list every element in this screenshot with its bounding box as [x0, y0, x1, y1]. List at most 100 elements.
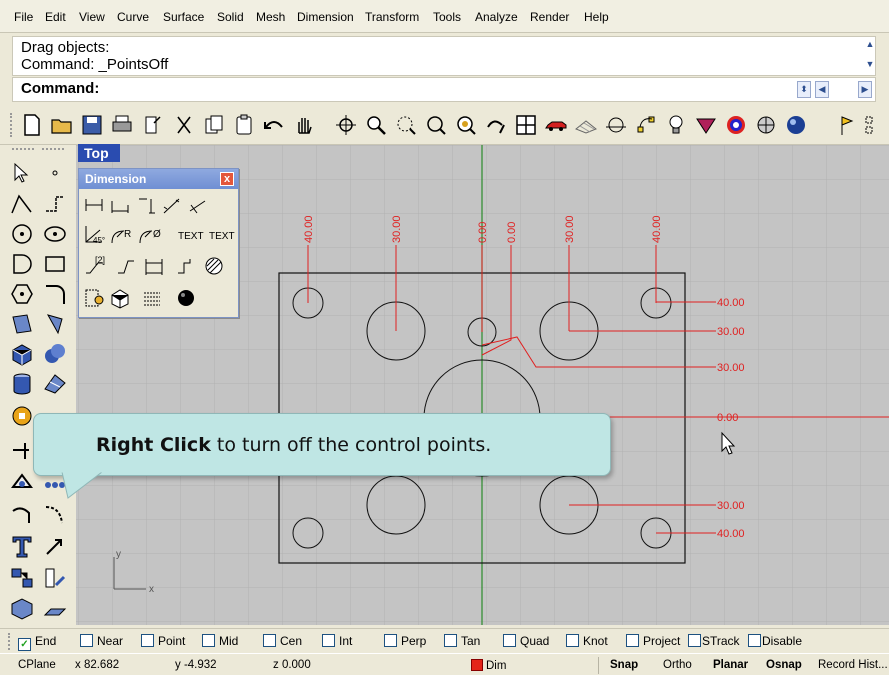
linear-dimension-icon[interactable]: [83, 195, 105, 217]
bend-icon[interactable]: [9, 501, 35, 527]
point-icon[interactable]: [42, 160, 68, 186]
checkbox-icon[interactable]: [263, 634, 276, 647]
vertical-dimension-icon[interactable]: [135, 195, 157, 217]
solid-tools-icon[interactable]: [9, 469, 35, 495]
menu-view[interactable]: View: [79, 10, 105, 24]
osnap-strack[interactable]: STrack: [688, 634, 740, 649]
checkbox-icon[interactable]: [688, 634, 701, 647]
detail-view-icon[interactable]: [83, 287, 105, 309]
osnap-disable[interactable]: Disable: [748, 634, 802, 649]
zoom-window-icon[interactable]: [394, 113, 418, 137]
osnap-knot[interactable]: Knot: [566, 634, 608, 649]
loft-icon[interactable]: [42, 311, 68, 337]
baseline-dimension-icon[interactable]: [143, 255, 165, 277]
menu-render[interactable]: Render: [530, 10, 569, 24]
render-sphere-icon[interactable]: [784, 113, 808, 137]
osnap-tan[interactable]: Tan: [444, 634, 480, 649]
analyze-icon[interactable]: [9, 595, 35, 621]
curve-icon[interactable]: [42, 191, 68, 217]
menu-solid[interactable]: Solid: [217, 10, 244, 24]
ordinate-icon[interactable]: [115, 255, 137, 277]
horizontal-dimension-icon[interactable]: [109, 195, 131, 217]
cut-icon[interactable]: [172, 113, 196, 137]
osnap-toggle[interactable]: Osnap: [766, 659, 802, 671]
four-view-icon[interactable]: [514, 113, 538, 137]
menu-analyze[interactable]: Analyze: [475, 10, 518, 24]
paste-icon[interactable]: [232, 113, 256, 137]
sweep-icon[interactable]: [42, 501, 68, 527]
points-icon[interactable]: [634, 113, 658, 137]
osnap-cen[interactable]: Cen: [263, 634, 302, 649]
polyline-icon[interactable]: [9, 191, 35, 217]
render-options-icon[interactable]: [754, 113, 778, 137]
menu-help[interactable]: Help: [584, 10, 609, 24]
surface-icon[interactable]: [9, 311, 35, 337]
light-bulb-icon[interactable]: [664, 113, 688, 137]
menu-edit[interactable]: Edit: [45, 10, 66, 24]
planar-toggle[interactable]: Planar: [713, 659, 748, 671]
move-icon[interactable]: [42, 533, 68, 559]
menu-tools[interactable]: Tools: [433, 10, 461, 24]
chain-dimension-icon[interactable]: [175, 255, 197, 277]
fillet-icon[interactable]: [42, 281, 68, 307]
box-icon[interactable]: [9, 341, 35, 367]
cplane-label[interactable]: CPlane: [18, 659, 56, 671]
print-icon[interactable]: [110, 113, 134, 137]
dot-icon[interactable]: [175, 287, 197, 309]
osnap-project[interactable]: Project: [626, 634, 680, 649]
scroll-up-icon[interactable]: ▲: [863, 37, 877, 54]
rectangle-icon[interactable]: [42, 251, 68, 277]
copy-icon[interactable]: [202, 113, 226, 137]
scroll-down-icon[interactable]: ▼: [863, 57, 877, 74]
history-back-icon[interactable]: ◀: [815, 81, 829, 98]
transform-icon[interactable]: [9, 403, 35, 429]
grid-snap-icon[interactable]: [604, 113, 628, 137]
menu-mesh[interactable]: Mesh: [256, 10, 285, 24]
osnap-quad[interactable]: Quad: [503, 634, 549, 649]
menu-surface[interactable]: Surface: [163, 10, 204, 24]
make-2d-icon[interactable]: [109, 287, 131, 309]
pan-hand-icon[interactable]: [292, 113, 316, 137]
menu-dimension[interactable]: Dimension: [297, 10, 354, 24]
osnap-end[interactable]: ✓ End: [18, 634, 56, 651]
panel-titlebar[interactable]: Dimension x: [79, 169, 238, 189]
more-tools-icon[interactable]: [862, 113, 886, 137]
checkbox-icon[interactable]: [566, 634, 579, 647]
record-history-toggle[interactable]: Record Hist...: [818, 659, 888, 671]
menu-curve[interactable]: Curve: [117, 10, 149, 24]
toolbar-grip[interactable]: [10, 113, 13, 137]
checkbox-icon[interactable]: [322, 634, 335, 647]
checkbox-icon[interactable]: [444, 634, 457, 647]
osnap-near[interactable]: Near: [80, 634, 123, 649]
history-forward-icon[interactable]: ▶: [858, 81, 872, 98]
new-file-icon[interactable]: [20, 113, 44, 137]
toolbar-grip[interactable]: [12, 148, 34, 150]
flag-icon[interactable]: [838, 113, 862, 137]
open-folder-icon[interactable]: [50, 113, 74, 137]
ortho-toggle[interactable]: Ortho: [663, 659, 692, 671]
osnap-point[interactable]: Point: [141, 634, 185, 649]
checkbox-icon[interactable]: [202, 634, 215, 647]
car-icon[interactable]: [544, 113, 568, 137]
cylinder-icon[interactable]: [9, 371, 35, 397]
zoom-selected-icon[interactable]: [454, 113, 478, 137]
mesh-icon[interactable]: [42, 371, 68, 397]
checkbox-icon[interactable]: [384, 634, 397, 647]
dimension-icon[interactable]: [9, 437, 35, 463]
toolbar-grip[interactable]: [42, 148, 64, 150]
text-block-icon[interactable]: TEXT: [209, 231, 235, 242]
osnap-int[interactable]: Int: [322, 634, 352, 649]
spin-icon[interactable]: ⬍: [797, 81, 811, 98]
osnap-mid[interactable]: Mid: [202, 634, 238, 649]
boolean-icon[interactable]: [42, 341, 68, 367]
edit-curve-icon[interactable]: [42, 565, 68, 591]
zoom-icon[interactable]: [364, 113, 388, 137]
hatch-icon[interactable]: [203, 255, 225, 277]
checkbox-icon[interactable]: [141, 634, 154, 647]
checkbox-icon[interactable]: [80, 634, 93, 647]
material-icon[interactable]: [694, 113, 718, 137]
checkbox-icon[interactable]: [626, 634, 639, 647]
text-icon[interactable]: TEXT: [178, 231, 204, 242]
text-icon[interactable]: [9, 533, 35, 559]
layout-icon[interactable]: [9, 565, 35, 591]
